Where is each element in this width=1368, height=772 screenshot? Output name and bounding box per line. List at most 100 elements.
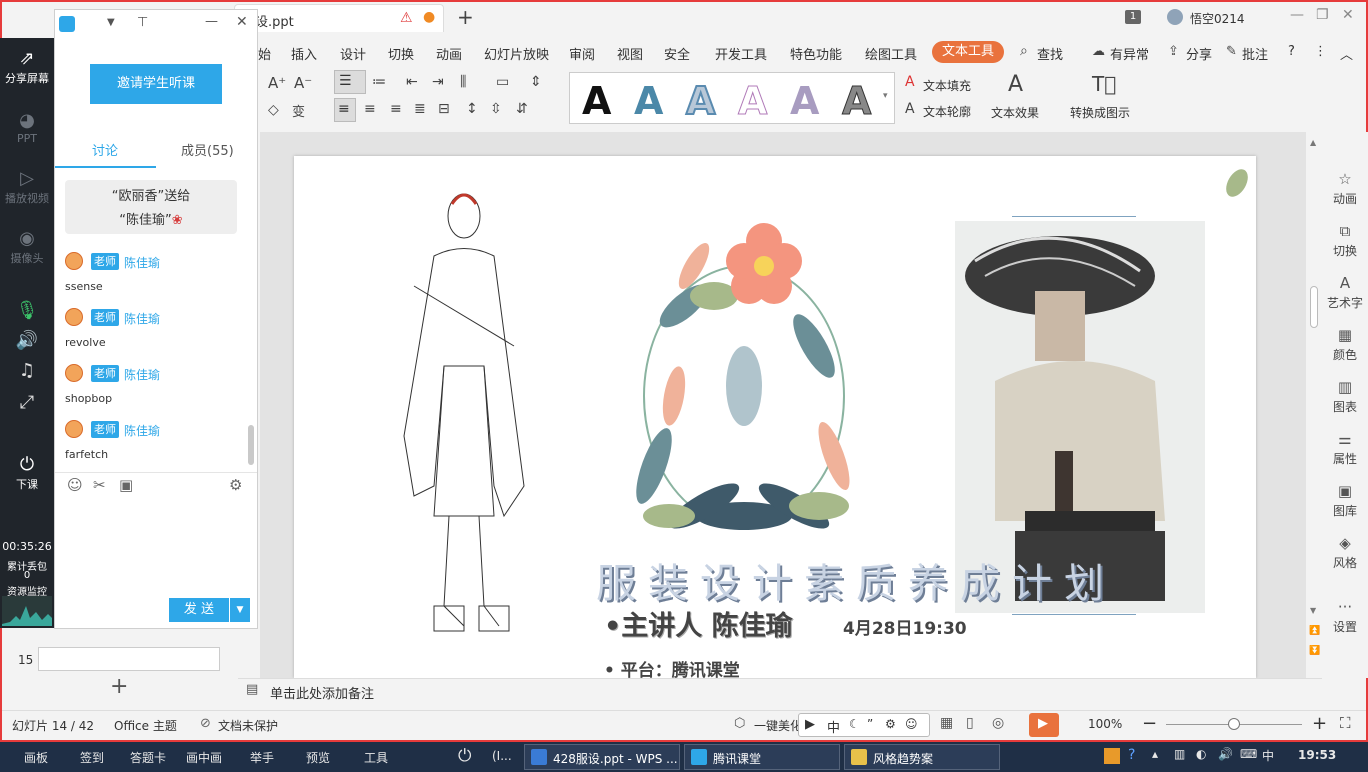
tool-raise-hand[interactable]: 举手 (250, 749, 274, 766)
power-icon[interactable]: ⏻ (458, 746, 471, 766)
share-icon[interactable]: ⇪ (1168, 44, 1179, 59)
qq-icon[interactable]: ◐ (1196, 747, 1206, 761)
invite-students-button[interactable]: 邀请学生听课 (90, 64, 222, 104)
ime-toolbar[interactable]: ▶ 中 ☾ ” ⚙ ☺ (798, 713, 930, 737)
tab-text-tools[interactable]: 文本工具 (932, 41, 1004, 63)
pane-chart[interactable]: ▥ 图表 (1322, 378, 1368, 415)
avatar[interactable] (65, 308, 83, 326)
tab-design[interactable]: 设计 (340, 44, 366, 63)
tab-review[interactable]: 审阅 (569, 44, 595, 63)
tray-expand-icon[interactable]: ▴ (1152, 747, 1158, 761)
scroll-up-icon[interactable]: ▲ (1310, 138, 1316, 147)
phonetic-icon[interactable]: 变 (292, 101, 305, 120)
text-outline-button[interactable]: 文本轮廓 (923, 103, 971, 120)
restore-icon[interactable]: ❐ (1316, 7, 1329, 23)
share-button[interactable]: 分享 (1186, 44, 1212, 63)
wordart-style-lavender[interactable]: A (790, 79, 819, 123)
send-options-icon[interactable]: ▼ (230, 598, 250, 622)
sorter-view-icon[interactable]: ▯ (966, 715, 974, 731)
tab-security[interactable]: 安全 (664, 44, 690, 63)
next-slide-icon[interactable]: ⏬ (1309, 646, 1320, 656)
columns-icon[interactable]: ⫼ (460, 74, 466, 90)
distribute-icon[interactable]: ⊟ (438, 101, 450, 117)
language-icon[interactable]: 中 (1262, 747, 1274, 764)
search-button[interactable]: 查找 (1037, 44, 1063, 63)
fullscreen-icon[interactable]: ⤢ (0, 392, 54, 414)
tool-whiteboard[interactable]: 画板 (24, 749, 48, 766)
scroll-down-icon[interactable]: ▼ (1310, 606, 1316, 615)
theme-name[interactable]: Office 主题 (114, 717, 177, 734)
zoom-in-icon[interactable]: + (1312, 713, 1327, 734)
slide-thumbnail-15[interactable] (38, 647, 220, 671)
help-icon[interactable]: ? (1128, 747, 1135, 763)
slide-date[interactable]: 4月28日19:30 (843, 614, 967, 639)
slide-speaker[interactable]: •主讲人 陈佳瑜 (604, 604, 793, 643)
music-icon[interactable]: ♫ (0, 360, 54, 382)
zoom-out-icon[interactable]: − (1142, 713, 1157, 734)
search-icon[interactable]: ⌕ (1020, 43, 1028, 59)
network-icon[interactable]: ▥ (1174, 747, 1185, 761)
taskbar-overflow[interactable]: (I... (492, 749, 512, 763)
tab-insert[interactable]: 插入 (291, 44, 317, 63)
text-fill-icon[interactable]: A (905, 74, 915, 90)
wordart-style-black[interactable]: A (582, 79, 611, 123)
text-fill-button[interactable]: 文本填充 (923, 77, 971, 94)
pane-properties[interactable]: ⚌ 属性 (1322, 430, 1368, 467)
send-button[interactable]: 发 送 (169, 598, 229, 622)
add-slide-icon[interactable]: + (110, 674, 128, 699)
pane-gallery[interactable]: ▣ 图库 (1322, 482, 1368, 519)
zoom-slider-handle[interactable] (1228, 718, 1240, 730)
end-class-button[interactable]: ⏻ 下课 (0, 454, 54, 492)
cloud-icon[interactable]: ☁ (1092, 44, 1105, 59)
bullets-button[interactable]: ☰ (334, 70, 366, 94)
collapse-ribbon-icon[interactable]: ︿ (1340, 44, 1353, 63)
avatar[interactable] (65, 252, 83, 270)
tool-answer-card[interactable]: 答题卡 (130, 749, 166, 766)
user-avatar[interactable] (1167, 9, 1183, 25)
sender-name[interactable]: 陈佳瑜 (124, 310, 160, 327)
sender-name[interactable]: 陈佳瑜 (124, 366, 160, 383)
window-count-badge[interactable]: 1 (1125, 10, 1141, 24)
moon-icon[interactable]: ☾ (849, 717, 860, 731)
keyboard-icon[interactable]: ⌨ (1240, 747, 1257, 761)
text-effect-button[interactable]: 文本效果 (991, 104, 1039, 121)
vertical-scrollbar[interactable]: ▲ ▼ ⏫ ⏬ (1308, 136, 1320, 676)
more-icon[interactable]: ⋮ (1314, 44, 1327, 59)
wordart-style-outline-blue[interactable]: A (685, 78, 716, 124)
tray-app-icon[interactable] (1104, 748, 1120, 764)
emoji-icon[interactable]: ☺ (67, 476, 83, 494)
sender-name[interactable]: 陈佳瑜 (124, 254, 160, 271)
taskbar-app-wps[interactable]: 428服设.ppt - WPS ... (524, 744, 680, 770)
normal-view-icon[interactable]: ▦ (940, 715, 953, 731)
document-tab[interactable]: 设.ppt ⚠ ● (234, 4, 444, 32)
increase-font-icon[interactable]: A⁺ (268, 74, 286, 92)
prev-slide-icon[interactable]: ⏫ (1309, 626, 1320, 636)
pane-settings[interactable]: ··· 设置 (1322, 598, 1368, 635)
help-icon[interactable]: ? (1288, 44, 1295, 59)
minimize-icon[interactable]: — (1290, 7, 1304, 23)
numbering-icon[interactable]: ≔ (372, 74, 386, 90)
beautify-icon[interactable]: ⬡ (734, 716, 745, 731)
pane-animation[interactable]: ☆ 动画 (1322, 170, 1368, 207)
fit-window-icon[interactable]: ⛶ (1340, 714, 1351, 732)
text-direction-icon[interactable]: ⇕ (530, 74, 542, 90)
justify-icon[interactable]: ≣ (414, 101, 426, 117)
play-slideshow-button[interactable]: ▶ (1029, 713, 1059, 737)
align-right-icon[interactable]: ≡ (390, 101, 402, 117)
wordart-style-outline-pink[interactable]: A (737, 79, 767, 124)
ppt-button[interactable]: ◕ PPT (0, 110, 54, 145)
avatar[interactable] (65, 364, 83, 382)
pane-style[interactable]: ◈ 风格 (1322, 534, 1368, 571)
microphone-icon[interactable]: 🎙 (0, 300, 54, 322)
decrease-font-icon[interactable]: A⁻ (294, 74, 312, 92)
sender-name[interactable]: 陈佳瑜 (124, 422, 160, 439)
pane-color[interactable]: ▦ 颜色 (1322, 326, 1368, 363)
settings-icon[interactable]: ⚙ (229, 476, 242, 494)
beautify-button[interactable]: 一键美化 (754, 717, 802, 734)
tool-signin[interactable]: 签到 (80, 749, 104, 766)
align-left-button[interactable]: ≡ (334, 98, 356, 122)
para-spacing-icon[interactable]: ⇳ (490, 101, 502, 117)
slide-title[interactable]: 服装设计素质养成计划 (596, 551, 1116, 609)
gallery-more-icon[interactable]: ▾ (883, 91, 888, 101)
convert-smartart-button[interactable]: 转换成图示 (1070, 104, 1130, 121)
